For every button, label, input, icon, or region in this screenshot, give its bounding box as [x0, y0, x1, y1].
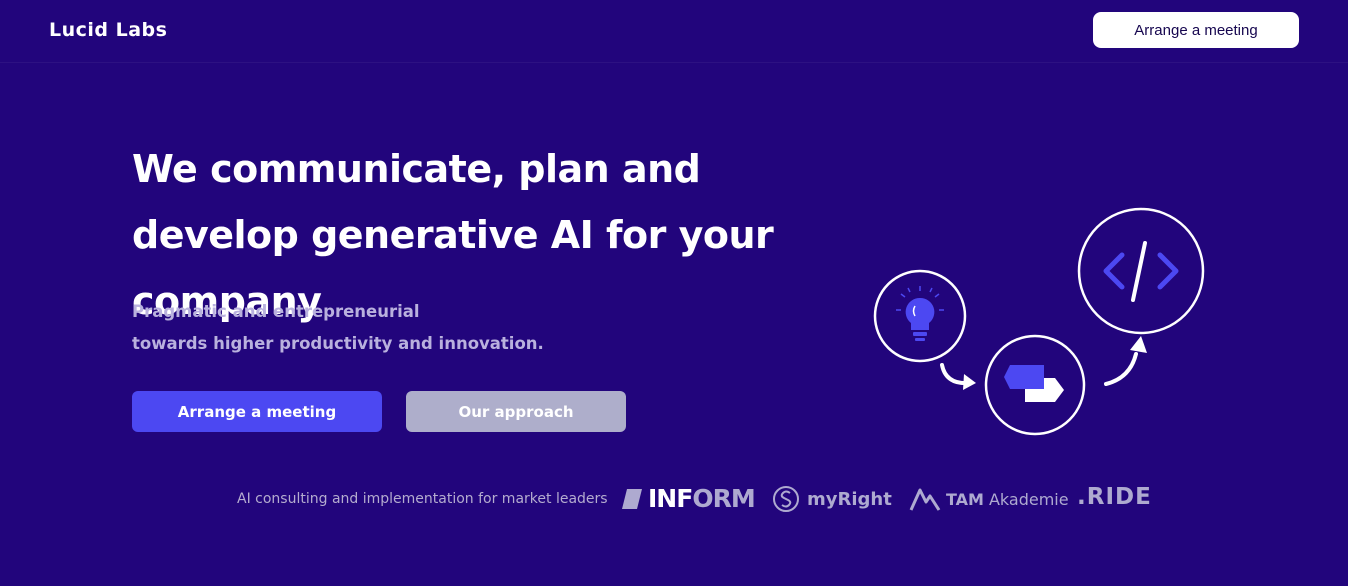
myright-logo-text: myRight: [807, 488, 892, 510]
our-approach-button[interactable]: Our approach: [406, 391, 626, 432]
hero-subtitle-line-1: Pragmatic and entrepreneurial: [132, 302, 420, 321]
process-illustration: [873, 207, 1205, 436]
arrow-icon: [940, 363, 976, 390]
arrange-meeting-header-button[interactable]: Arrange a meeting: [1093, 12, 1299, 48]
hero-subtitle-line-2: towards higher productivity and innovati…: [132, 334, 544, 353]
lightbulb-icon: [873, 269, 967, 363]
tam-logo-text: Akademie: [988, 489, 1069, 509]
trust-tagline: AI consulting and implementation for mar…: [237, 491, 608, 507]
top-navigation: Lucid Labs Arrange a meeting: [0, 0, 1348, 63]
brand-logo[interactable]: Lucid Labs: [49, 19, 167, 41]
inform-logo: INF ORM: [622, 484, 756, 513]
tam-akademie-logo: TAM Akademie: [909, 486, 1069, 512]
inform-mark-icon: [622, 488, 642, 509]
ride-logo: .RIDE: [1077, 484, 1152, 510]
myright-mark-icon: [773, 486, 799, 512]
tam-mark-icon: [909, 488, 941, 511]
hero-subtitle: Pragmatic and entrepreneurial towards hi…: [132, 296, 732, 360]
inform-logo-text-b: ORM: [692, 484, 755, 513]
myright-logo: myRight: [772, 484, 892, 514]
inform-logo-text-a: INF: [648, 484, 693, 513]
code-icon: [1077, 207, 1205, 335]
arrow-icon: [1104, 336, 1147, 386]
arrange-meeting-button[interactable]: Arrange a meeting: [132, 391, 382, 432]
tam-logo-bold: TAM: [946, 489, 984, 509]
chat-bubbles-icon: [984, 334, 1086, 436]
